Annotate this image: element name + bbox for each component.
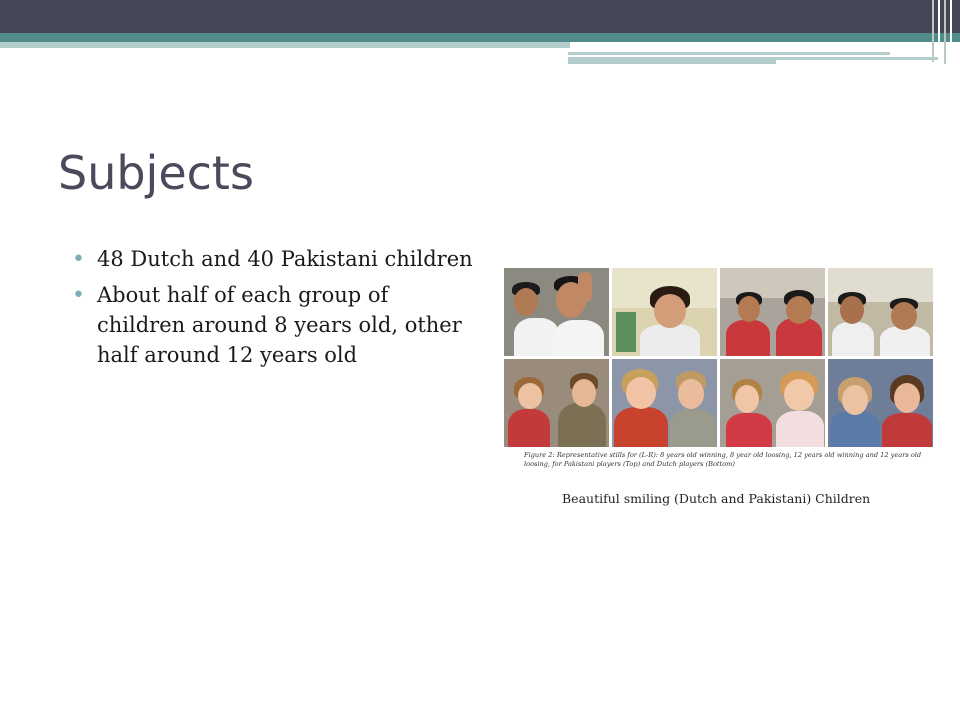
photo-tile	[504, 359, 609, 447]
photo-grid	[504, 268, 933, 448]
header-band-teal	[0, 33, 960, 42]
children-photo: Figure 2: Representative stills for (L-R…	[504, 268, 933, 478]
bullet-text: 48 Dutch and 40 Pakistani children	[97, 247, 473, 271]
header-stripe	[932, 0, 934, 62]
header-stripe	[938, 0, 940, 62]
photo-tile	[504, 268, 609, 356]
photo-tile	[720, 268, 825, 356]
bullet-text: About half of each group of children aro…	[97, 283, 462, 367]
header-band-light	[568, 57, 776, 64]
bullet-item: • 48 Dutch and 40 Pakistani children	[70, 244, 480, 274]
photo-tile	[612, 268, 717, 356]
bullet-item: • About half of each group of children a…	[70, 280, 480, 370]
header-stripe	[950, 0, 952, 64]
header-band-light	[0, 42, 570, 48]
slide-title: Subjects	[58, 146, 254, 200]
photo-tile	[720, 359, 825, 447]
header-stripe	[944, 0, 946, 64]
bullet-icon: •	[72, 283, 85, 308]
bullet-icon: •	[72, 247, 85, 272]
bullet-list: • 48 Dutch and 40 Pakistani children • A…	[70, 244, 480, 376]
header-band-dark	[0, 0, 960, 33]
photo-caption: Beautiful smiling (Dutch and Pakistani) …	[562, 491, 871, 506]
header-band-light	[568, 52, 890, 55]
header-band-light	[776, 57, 940, 60]
photo-tile	[612, 359, 717, 447]
photo-tile	[828, 268, 933, 356]
photo-tile	[828, 359, 933, 447]
figure-caption: Figure 2: Representative stills for (L-R…	[524, 451, 922, 468]
